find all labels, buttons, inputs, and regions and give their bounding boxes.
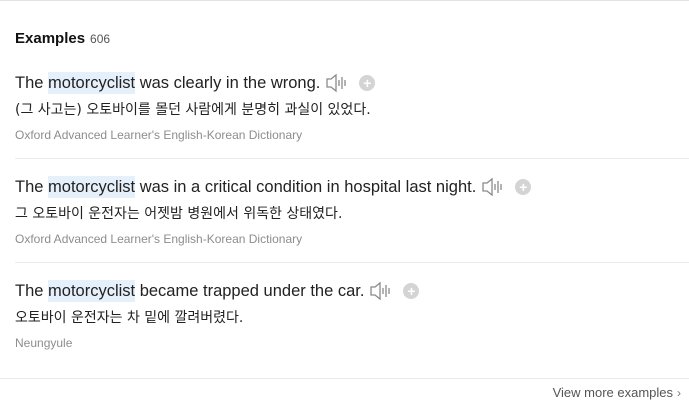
highlighted-word: motorcyclist <box>48 72 136 94</box>
example-item: The motorcyclist was in a critical condi… <box>15 176 689 246</box>
view-more-examples-link[interactable]: View more examples › <box>553 385 681 400</box>
example-translation: 오토바이 운전자는 차 밑에 깔려버렸다. <box>15 310 244 326</box>
highlighted-word: motorcyclist <box>48 280 136 302</box>
speaker-icon[interactable] <box>370 281 394 301</box>
example-item: The motorcyclist became trapped under th… <box>15 280 689 350</box>
sentence-prefix: The <box>15 74 49 92</box>
sentence-prefix: The <box>15 178 49 196</box>
example-source: Oxford Advanced Learner's English-Korean… <box>15 128 303 142</box>
sentence-suffix: was clearly in the wrong. <box>135 74 321 92</box>
highlighted-word: motorcyclist <box>48 176 136 198</box>
example-sentence: The motorcyclist became trapped under th… <box>15 280 689 302</box>
sentence-prefix: The <box>15 282 49 300</box>
view-more-label: View more examples <box>552 385 673 400</box>
example-translation: (그 사고는) 오토바이를 몰던 사람에게 분명히 과실이 있었다. <box>15 102 371 118</box>
add-to-wordbook-icon[interactable]: + <box>359 75 376 91</box>
example-translation: 그 오토바이 운전자는 어젯밤 병원에서 위독한 상태였다. <box>15 206 343 222</box>
example-divider <box>15 262 689 263</box>
add-to-wordbook-icon[interactable]: + <box>515 179 532 195</box>
sentence-suffix: was in a critical condition in hospital … <box>135 178 477 196</box>
example-sentence: The motorcyclist was in a critical condi… <box>15 176 689 198</box>
sentence-suffix: became trapped under the car. <box>135 282 365 300</box>
example-source: Neungyule <box>15 336 73 350</box>
speaker-icon[interactable] <box>326 73 350 93</box>
example-divider <box>15 158 689 159</box>
example-source: Oxford Advanced Learner's English-Korean… <box>15 232 303 246</box>
example-sentence: The motorcyclist was clearly in the wron… <box>15 72 689 94</box>
top-divider <box>0 0 689 1</box>
add-to-wordbook-icon[interactable]: + <box>403 283 420 299</box>
chevron-right-icon: › <box>677 385 681 400</box>
footer-divider <box>0 378 689 379</box>
speaker-icon[interactable] <box>482 177 506 197</box>
example-item: The motorcyclist was clearly in the wron… <box>15 72 689 142</box>
examples-title: Examples <box>15 30 86 47</box>
examples-count: 606 <box>90 32 111 46</box>
examples-header: Examples 606 <box>15 30 110 47</box>
